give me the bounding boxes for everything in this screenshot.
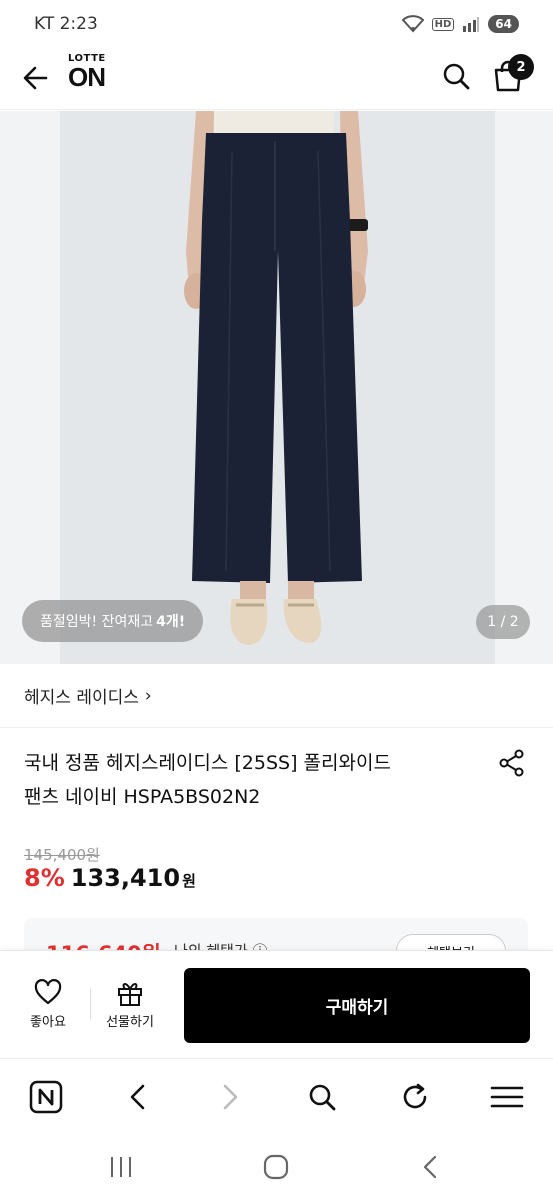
hd-badge: HD <box>431 17 455 31</box>
browser-forward-button[interactable] <box>212 1079 248 1115</box>
browser-menu-button[interactable] <box>489 1079 525 1115</box>
heart-icon <box>34 979 62 1005</box>
status-icons: HD 64 <box>401 15 519 33</box>
discount-rate: 8% <box>24 864 65 892</box>
brand-link[interactable]: 헤지스 레이디스 › <box>0 664 553 728</box>
system-navigation-bar <box>0 1134 553 1200</box>
browser-toolbar <box>0 1058 553 1134</box>
benefit-price: 116,640원 <box>46 938 161 950</box>
logo-main-text: ON <box>68 62 106 92</box>
product-image-gallery[interactable]: 품절임박! 잔여재고 4개! 1 / 2 <box>0 111 553 664</box>
product-title: 국내 정품 헤지스레이디스 [25SS] 폴리와이드 팬츠 네이비 HSPA5B… <box>24 746 464 814</box>
price-row: 8% 133,410 원 <box>24 864 196 892</box>
naver-n-icon <box>29 1080 63 1114</box>
system-back-button[interactable] <box>416 1152 446 1182</box>
carrier-time: KT 2:23 <box>34 14 98 34</box>
product-title-line2: 팬츠 네이비 HSPA5BS02N2 <box>24 786 261 808</box>
back-button[interactable] <box>18 60 54 96</box>
chevron-right-icon: › <box>144 685 152 706</box>
wifi-icon <box>401 15 424 33</box>
search-icon <box>443 63 470 90</box>
chevron-left-icon <box>130 1084 145 1110</box>
reload-icon <box>403 1083 427 1109</box>
search-button[interactable] <box>440 60 472 92</box>
product-photo <box>184 111 368 645</box>
cart-count-badge: 2 <box>508 54 534 80</box>
app-header: LOTTE ON 2 <box>0 48 553 110</box>
browser-search-button[interactable] <box>304 1079 340 1115</box>
image-page-indicator: 1 / 2 <box>476 605 530 639</box>
lotte-on-logo[interactable]: LOTTE ON <box>68 54 106 92</box>
like-label: 좋아요 <box>30 1015 66 1030</box>
recent-apps-button[interactable] <box>106 1152 136 1182</box>
home-button[interactable] <box>261 1152 291 1182</box>
stock-text: 품절임박! 잔여재고 <box>40 614 154 630</box>
buy-button[interactable]: 구매하기 <box>184 968 530 1043</box>
hamburger-menu-icon <box>490 1086 524 1108</box>
chevron-right-icon <box>223 1084 238 1110</box>
arrow-left-icon <box>23 66 48 90</box>
currency-unit: 원 <box>182 872 196 890</box>
search-icon <box>309 1084 336 1111</box>
original-price: 145,400원 <box>24 846 100 864</box>
browser-back-button[interactable] <box>120 1079 156 1115</box>
recent-apps-icon <box>111 1157 131 1177</box>
gift-label: 선물하기 <box>106 1015 154 1030</box>
naver-home-button[interactable] <box>28 1079 64 1115</box>
chevron-left-icon <box>423 1155 437 1179</box>
benefit-label: 나의 혜택가 ⓘ <box>174 940 268 950</box>
benefit-box: 116,640원 나의 혜택가 ⓘ 혜택보기 <box>24 918 528 950</box>
browser-reload-button[interactable] <box>397 1079 433 1115</box>
status-bar: KT 2:23 HD 64 <box>0 0 553 48</box>
battery-indicator: 64 <box>488 15 519 33</box>
home-circle-icon <box>263 1154 289 1180</box>
sale-price: 133,410 <box>70 864 181 892</box>
gift-icon <box>118 983 142 1006</box>
stock-count: 4개! <box>156 614 186 630</box>
share-button[interactable] <box>497 748 527 778</box>
gift-button[interactable]: 선물하기 <box>98 979 162 1035</box>
signal-icon <box>463 17 480 32</box>
purchase-action-bar: 좋아요 선물하기 구매하기 <box>0 950 553 1058</box>
low-stock-badge: 품절임박! 잔여재고 4개! <box>22 600 204 642</box>
like-button[interactable]: 좋아요 <box>18 979 78 1035</box>
product-title-line1: 국내 정품 헤지스레이디스 [25SS] 폴리와이드 <box>24 752 391 774</box>
action-divider <box>90 989 91 1019</box>
brand-name: 헤지스 레이디스 <box>24 688 139 708</box>
share-icon <box>499 749 524 777</box>
view-benefit-button[interactable]: 혜택보기 <box>396 934 506 950</box>
